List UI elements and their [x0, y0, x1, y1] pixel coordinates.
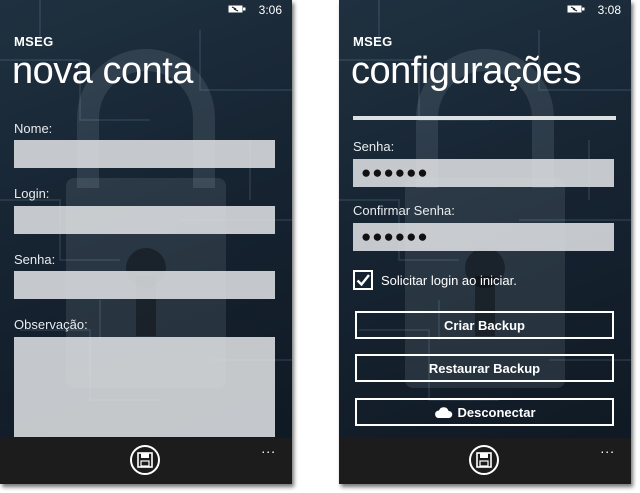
save-button[interactable]: [469, 445, 499, 475]
app-bar: ...: [339, 438, 631, 484]
disconnect-label: Desconectar: [457, 404, 536, 420]
padlock-background-icon: [405, 49, 565, 388]
password-label: Senha:: [14, 252, 56, 267]
password-input[interactable]: [14, 271, 275, 299]
battery-icon: [228, 5, 246, 13]
confirm-password-input[interactable]: ●●●●●●: [353, 223, 614, 251]
phone-settings: 3:08 MSEG configurações Senha: ●●●●●● Co…: [339, 0, 631, 484]
status-bar: 3:08: [339, 0, 631, 20]
create-backup-button[interactable]: Criar Backup: [355, 311, 614, 339]
password-label: Senha:: [353, 139, 395, 154]
more-options-button[interactable]: ...: [261, 440, 276, 456]
cloud-icon: [435, 406, 453, 418]
status-time: 3:08: [597, 3, 621, 17]
confirm-password-value: ●●●●●●: [361, 227, 429, 246]
page-title: nova conta: [12, 50, 193, 92]
create-backup-label: Criar Backup: [444, 317, 525, 333]
title-divider: [353, 116, 616, 120]
page-title: configurações: [351, 50, 582, 92]
checkmark-icon: [356, 274, 370, 287]
login-label: Login:: [14, 186, 50, 201]
status-time: 3:06: [258, 3, 282, 17]
name-label: Nome:: [14, 121, 53, 136]
disconnect-button[interactable]: Desconectar: [355, 398, 614, 426]
name-input[interactable]: [14, 140, 275, 168]
login-on-start-checkbox[interactable]: [353, 270, 373, 290]
phone-new-account: 3:06 MSEG nova conta Nome: Login: Senha:…: [0, 0, 292, 484]
save-icon: [476, 452, 492, 468]
confirm-password-label: Confirmar Senha:: [353, 203, 455, 218]
app-name: MSEG: [353, 34, 393, 49]
notes-label: Observação:: [14, 317, 88, 332]
login-input[interactable]: [14, 206, 275, 234]
app-name: MSEG: [14, 34, 54, 49]
status-bar: 3:06: [0, 0, 292, 20]
app-bar: ...: [0, 438, 292, 484]
save-button[interactable]: [130, 445, 160, 475]
login-on-start-label: Solicitar login ao iniciar.: [381, 273, 517, 288]
more-options-button[interactable]: ...: [600, 440, 615, 456]
save-icon: [137, 452, 153, 468]
password-value: ●●●●●●: [361, 163, 429, 182]
restore-backup-button[interactable]: Restaurar Backup: [355, 354, 614, 382]
restore-backup-label: Restaurar Backup: [428, 360, 541, 376]
battery-icon: [567, 5, 585, 13]
password-input[interactable]: ●●●●●●: [353, 159, 614, 187]
notes-textarea[interactable]: [14, 337, 275, 437]
